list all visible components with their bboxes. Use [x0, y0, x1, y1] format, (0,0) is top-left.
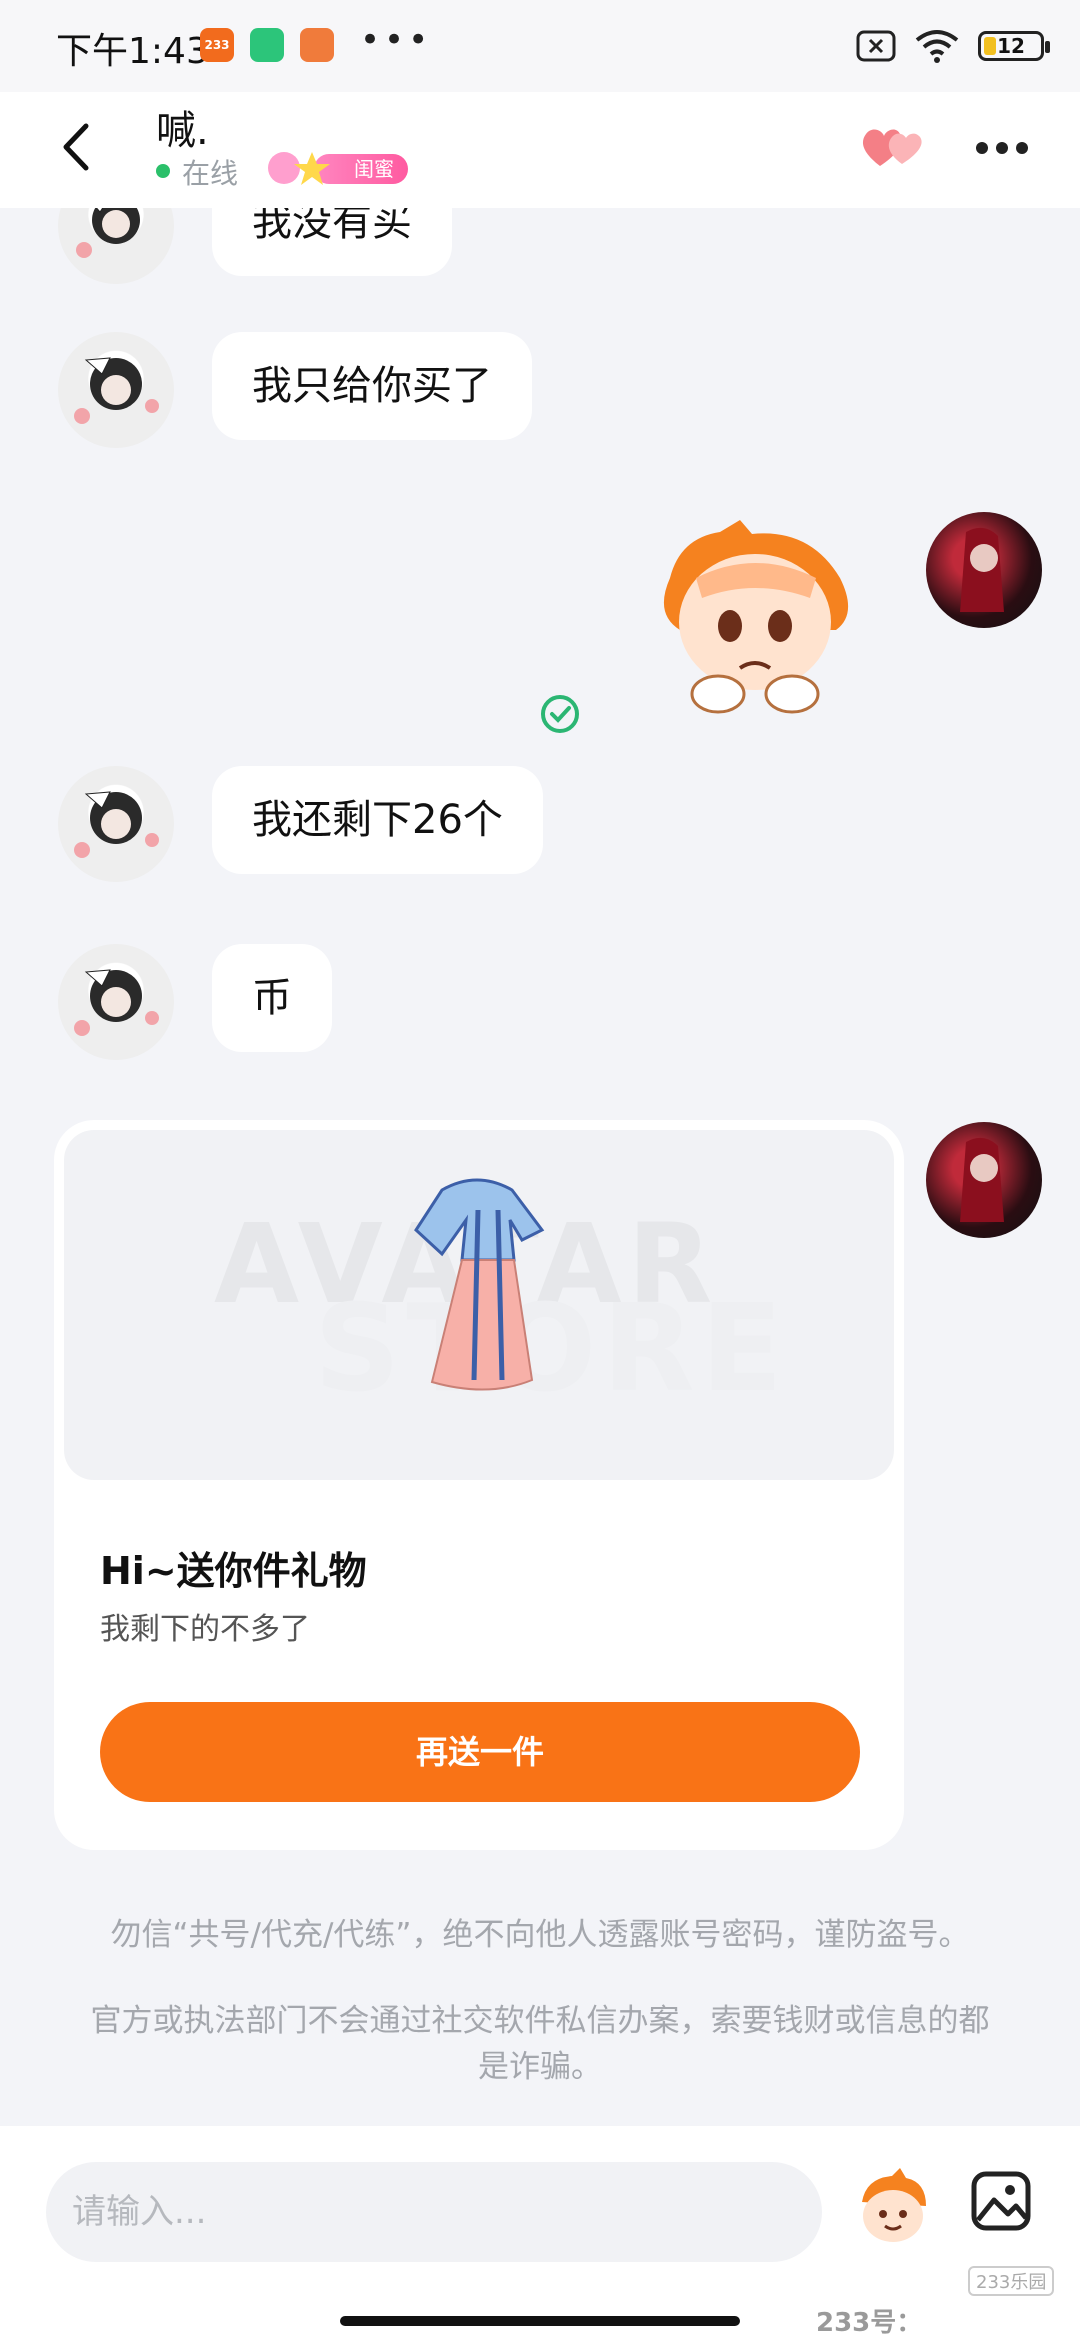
my-avatar[interactable] — [926, 512, 1042, 628]
dot-icon — [976, 142, 988, 154]
more-options-button[interactable] — [976, 128, 1032, 168]
contact-name[interactable]: 喊. — [156, 98, 209, 156]
sent-check-icon — [541, 695, 579, 733]
online-indicator — [156, 164, 170, 178]
chat-messages[interactable]: 我没有买 我只给你买了 我还剩下26个 币 AVATAR STORE — [0, 208, 1080, 2126]
message-bubble[interactable]: 币 — [212, 944, 332, 1052]
brand-watermark: 233乐园 — [968, 2266, 1055, 2296]
security-app-icon — [250, 28, 284, 62]
dot-icon — [996, 142, 1008, 154]
online-status: 在线 — [182, 157, 239, 190]
star-pig-icon — [268, 152, 330, 185]
home-indicator[interactable] — [340, 2316, 740, 2326]
wifi-icon — [915, 30, 959, 63]
gift-card[interactable]: AVATAR STORE Hi~送你件礼物 我剩下的不多了 再送一件 — [54, 1120, 904, 1850]
no-sim-icon — [856, 30, 896, 62]
status-bar: 下午1:43 233 ••• 12 — [0, 0, 1080, 92]
gift-image[interactable]: AVATAR STORE — [64, 1130, 894, 1480]
relation-badge[interactable]: 闺蜜 — [262, 148, 408, 188]
gift-card-title: Hi~送你件礼物 — [100, 1549, 367, 1593]
contact-avatar[interactable] — [58, 944, 174, 1060]
security-notice: 勿信“共号/代充/代练”，绝不向他人透露账号密码，谨防盗号。 — [110, 1917, 970, 1953]
fraud-notice: 官方或执法部门不会通过社交软件私信办案，索要钱财或信息的都是诈骗。 — [90, 2003, 990, 2085]
intimacy-hearts-icon[interactable] — [858, 122, 928, 172]
contact-avatar[interactable] — [58, 766, 174, 882]
message-bubble[interactable]: 我只给你买了 — [212, 332, 532, 440]
battery-icon: 12 — [978, 31, 1050, 61]
my-avatar[interactable] — [926, 1122, 1042, 1238]
send-another-gift-button[interactable]: 再送一件 — [100, 1702, 860, 1802]
contact-avatar[interactable] — [58, 208, 174, 284]
dot-icon — [1016, 142, 1028, 154]
message-bubble[interactable]: 我没有买 — [212, 208, 452, 276]
message-input-bar: 233乐园 233号：442215211 — [0, 2126, 1080, 2340]
user-id-watermark: 233号：442215211 — [816, 2308, 979, 2340]
message-input[interactable] — [46, 2162, 822, 2262]
status-time: 下午1:43 — [56, 31, 209, 72]
back-arrow-icon[interactable] — [50, 112, 110, 182]
chat-header: 喊. 在线 闺蜜 — [0, 92, 1080, 208]
contact-avatar[interactable] — [58, 332, 174, 448]
image-picker-icon[interactable] — [970, 2170, 1032, 2232]
shop-app-icon — [300, 28, 334, 62]
message-bubble[interactable]: 我还剩下26个 — [212, 766, 543, 874]
sticker-button-icon[interactable] — [852, 2168, 934, 2250]
gift-card-subtitle: 我剩下的不多了 — [100, 1612, 310, 1647]
hanfu-dress-icon — [414, 1178, 545, 1391]
app-233-icon: 233 — [200, 28, 234, 62]
more-notifications-icon: ••• — [360, 20, 433, 60]
crying-fox-sticker[interactable] — [640, 518, 870, 718]
